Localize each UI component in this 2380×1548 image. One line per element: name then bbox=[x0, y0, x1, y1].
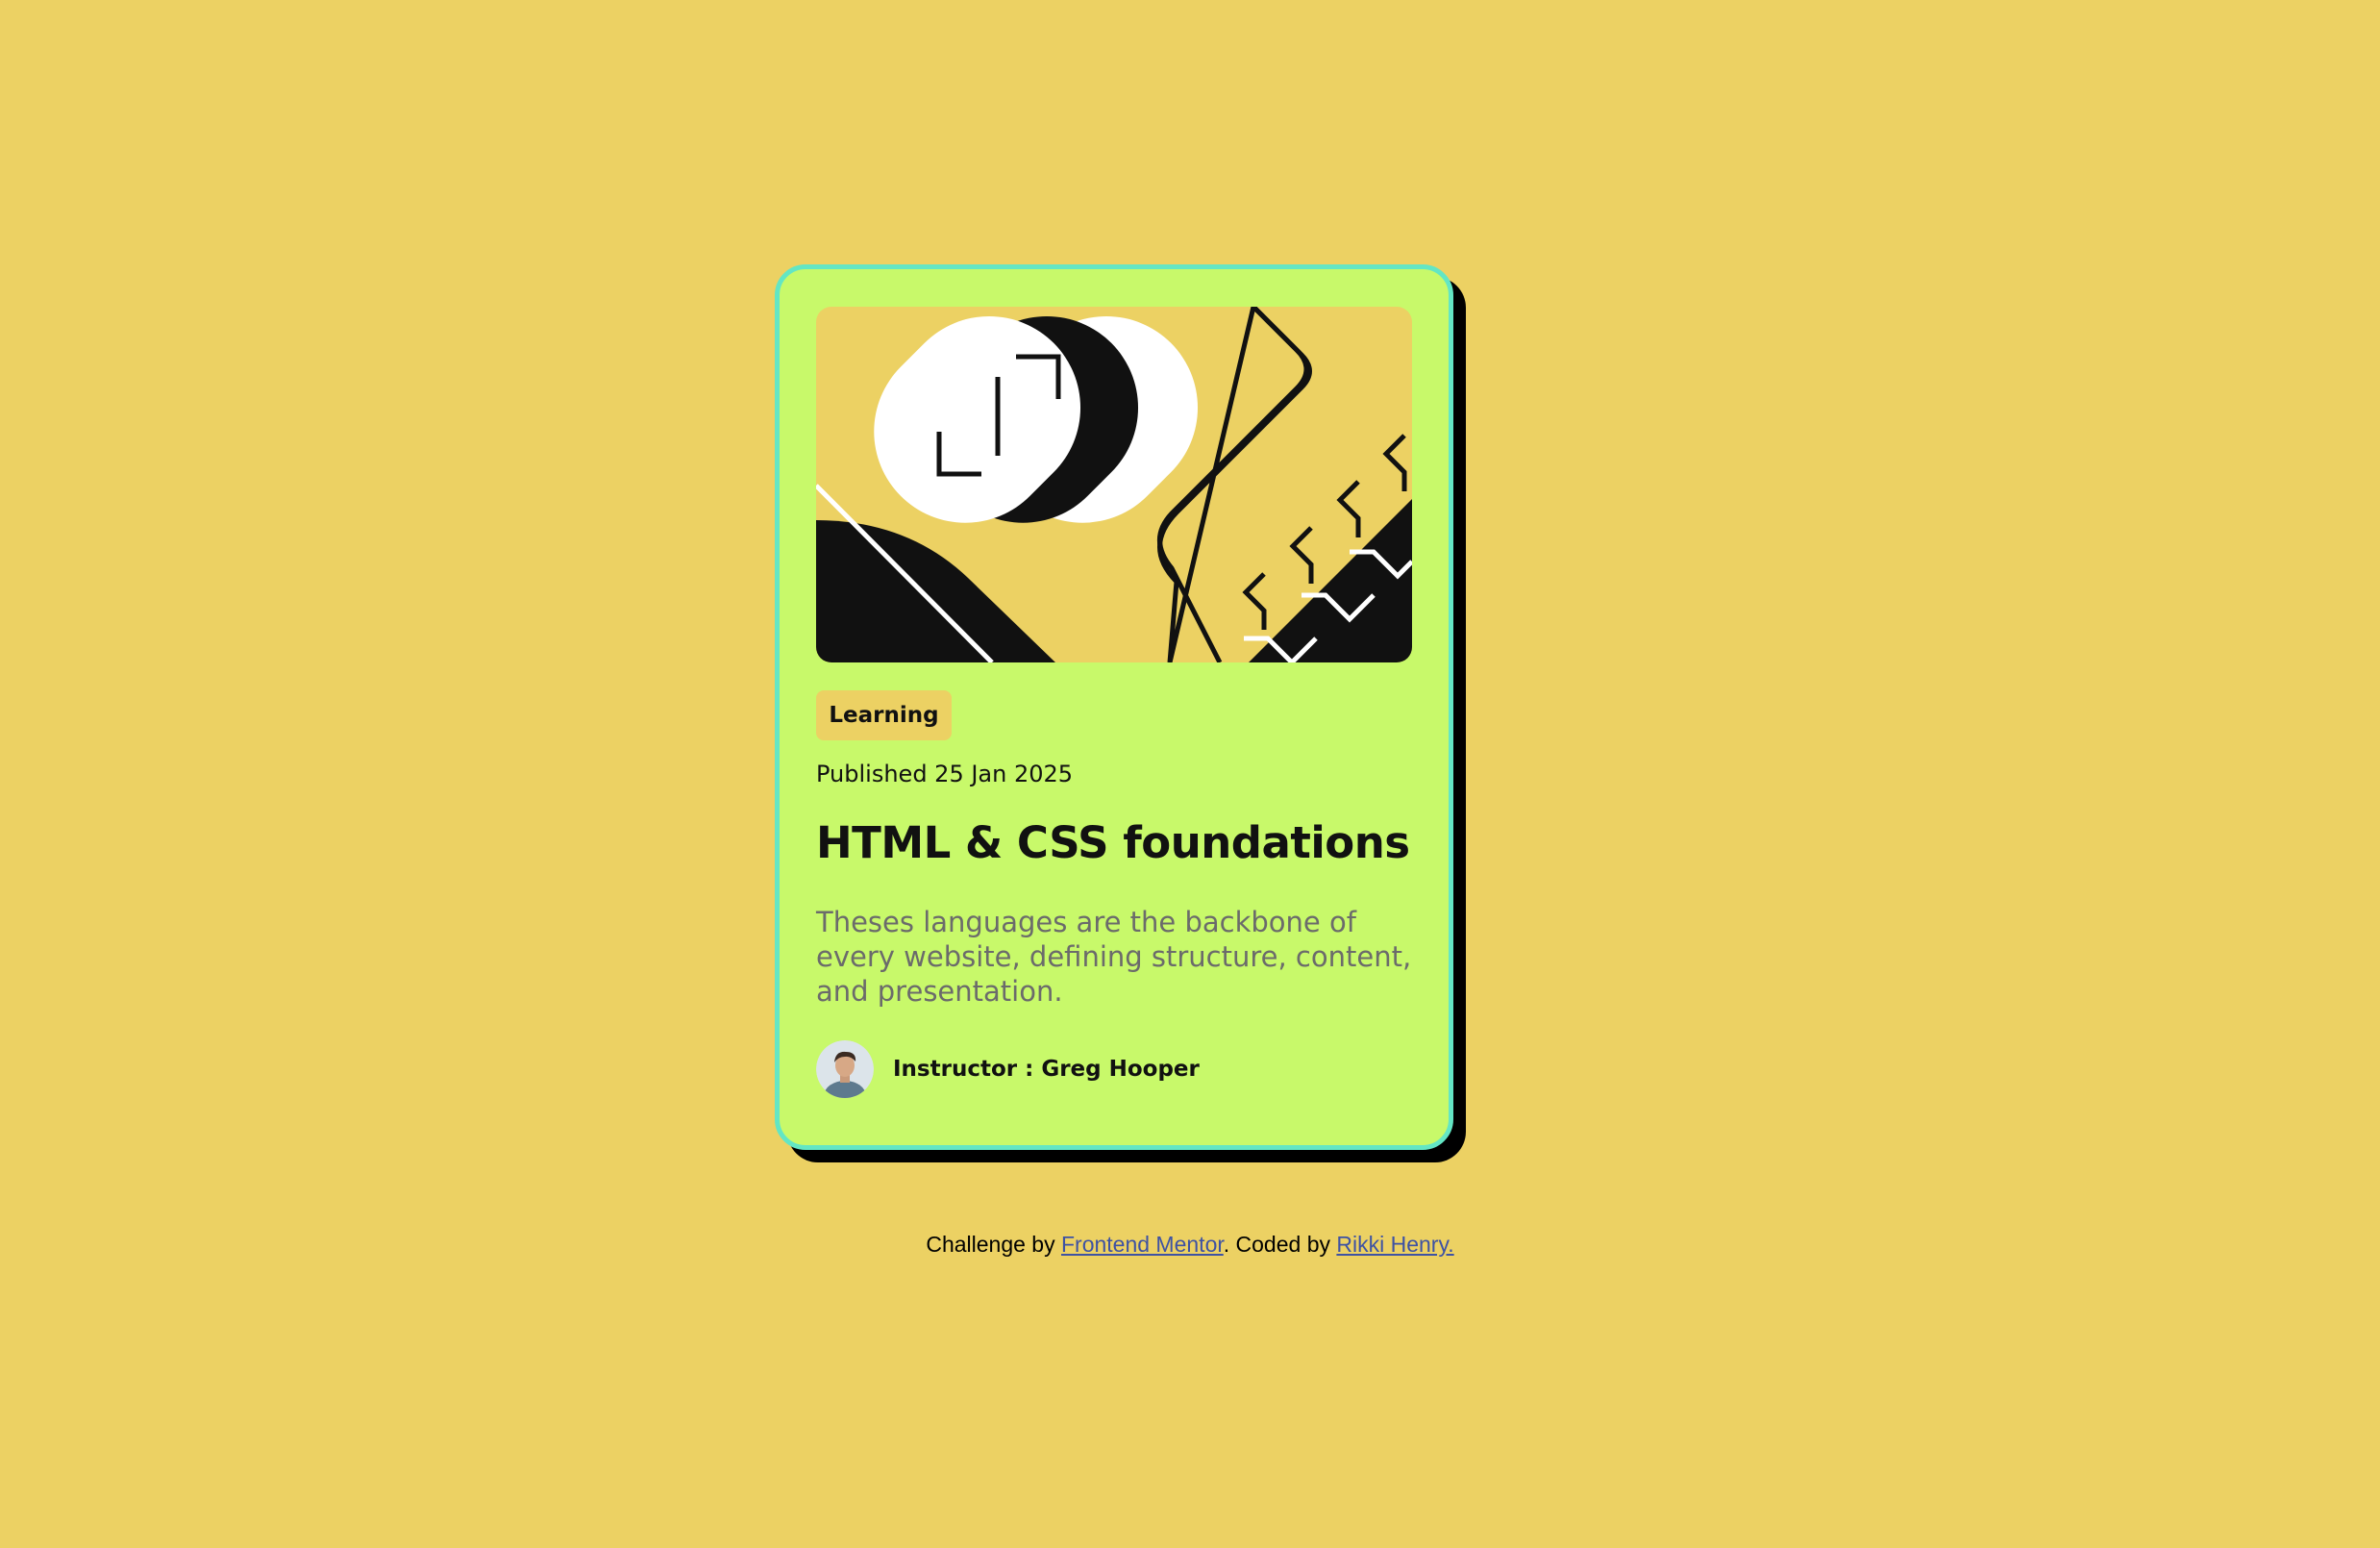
category-tag: Learning bbox=[816, 690, 952, 740]
blog-preview-card: Learning Published 25 Jan 2025 HTML & CS… bbox=[775, 264, 1453, 1150]
author-name: Instructor : Greg Hooper bbox=[893, 1057, 1200, 1082]
card-title[interactable]: HTML & CSS foundations bbox=[816, 817, 1410, 868]
published-date: Published 25 Jan 2025 bbox=[816, 761, 1074, 787]
attribution-middle: . Coded by bbox=[1223, 1232, 1337, 1257]
author: Instructor : Greg Hooper bbox=[816, 1040, 1200, 1098]
hero-illustration bbox=[816, 307, 1412, 662]
author-link[interactable]: Rikki Henry. bbox=[1336, 1232, 1453, 1257]
avatar bbox=[816, 1040, 874, 1098]
attribution: Challenge by Frontend Mentor. Coded by R… bbox=[0, 1232, 2380, 1258]
attribution-prefix: Challenge by bbox=[926, 1232, 1061, 1257]
card-description: Theses languages are the backbone of eve… bbox=[816, 906, 1412, 1008]
frontend-mentor-link[interactable]: Frontend Mentor bbox=[1061, 1232, 1224, 1257]
